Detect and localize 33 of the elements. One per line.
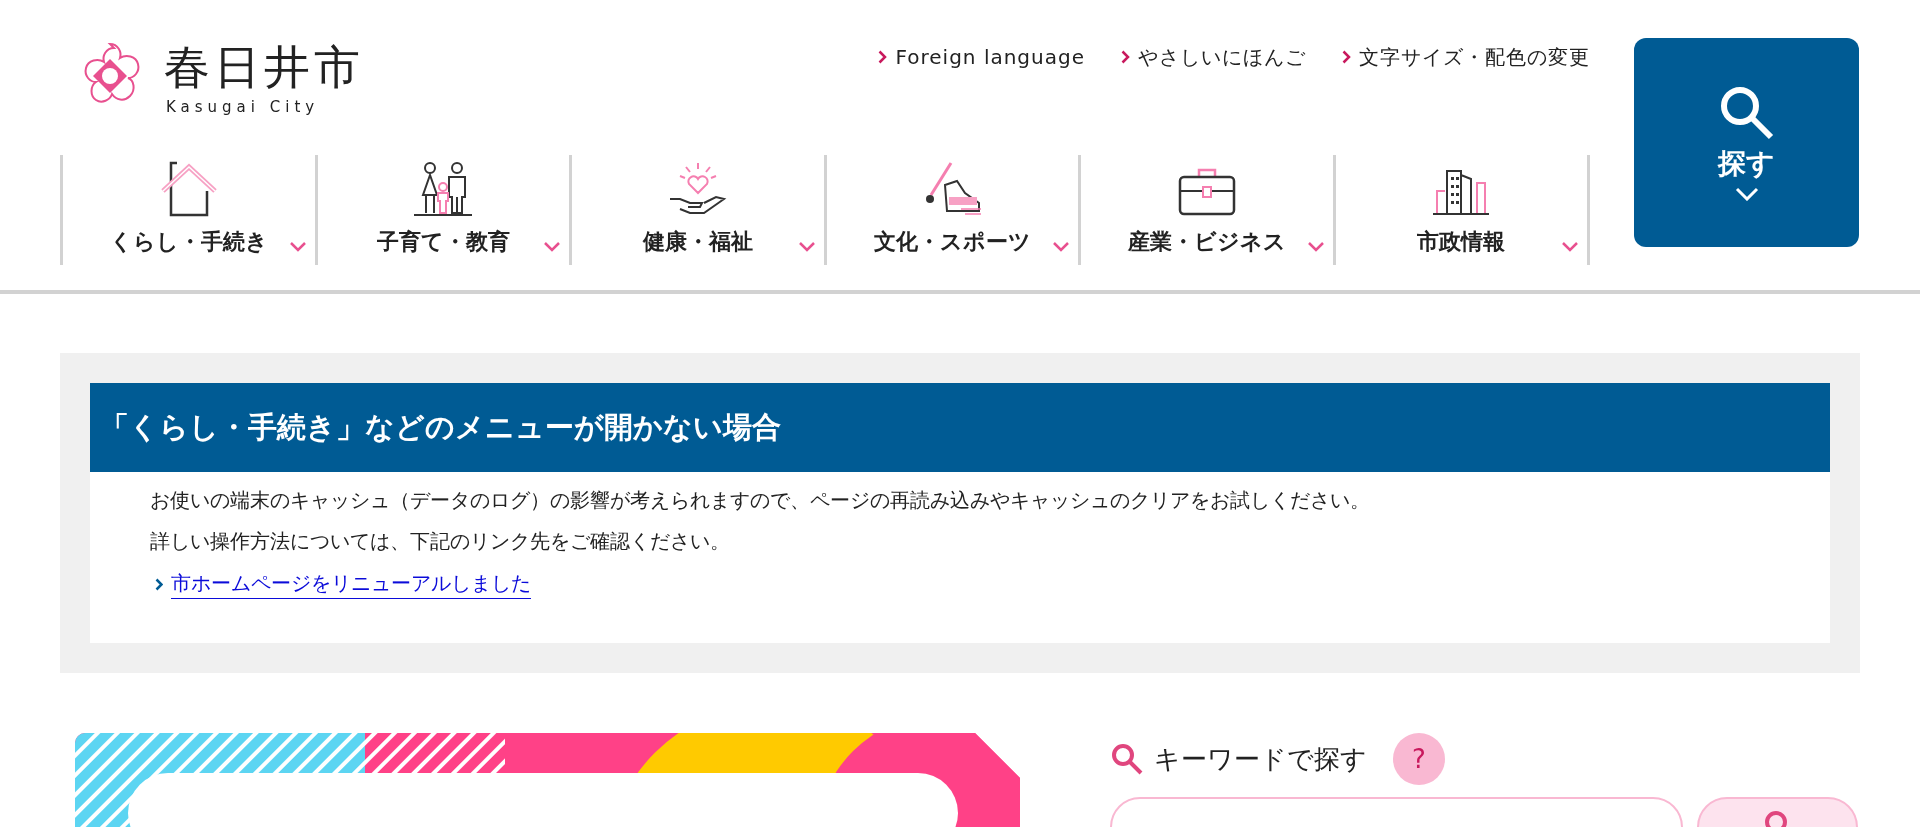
notice-text: お使いの端末のキャッシュ（データのログ）の影響が考えられますので、ページの再読み込みやキャッシュのクリアをお試しください。	[150, 487, 1371, 514]
nav-menu-item[interactable]: 文化・スポーツ	[823, 155, 1078, 265]
nav-menu-item[interactable]: 市政情報	[1332, 155, 1590, 265]
briefcase-icon	[1176, 167, 1237, 217]
search-icon	[1110, 742, 1144, 776]
nav-menu-item[interactable]: 健康・福祉	[569, 155, 824, 265]
chevron-icon	[1734, 186, 1759, 201]
chevron-icon	[1052, 240, 1070, 252]
chevron-right-icon	[155, 578, 163, 591]
search-menu-button[interactable]: 探す	[1634, 38, 1859, 247]
header-link[interactable]: やさしいにほんご	[1121, 42, 1306, 72]
family-icon	[412, 161, 475, 217]
chevron-right-icon	[1121, 50, 1130, 64]
chevron-icon	[1561, 240, 1579, 252]
search-icon	[1718, 84, 1775, 141]
renewal-link[interactable]: 市ホームページをリニューアルしました	[150, 570, 531, 599]
chevron-right-icon	[1342, 50, 1351, 64]
notice-text: 詳しい操作方法については、下記のリンク先をご確認ください。	[150, 528, 731, 555]
chevron-right-icon	[878, 50, 888, 64]
site-subtitle: Kasugai City	[165, 98, 321, 116]
chevron-icon	[288, 240, 307, 252]
keyword-search-label: キーワードで探す	[1154, 742, 1367, 776]
nav-menu-item[interactable]: 産業・ビジネス	[1078, 155, 1333, 265]
chevron-icon	[1306, 240, 1325, 252]
nav-menu-item[interactable]: 子育て・教育	[314, 155, 569, 265]
header-link[interactable]: Foreign language	[878, 42, 1085, 72]
chevron-icon	[543, 240, 561, 252]
site-title: 春日井市	[164, 40, 364, 94]
header-link[interactable]: 文字サイズ・配色の変更	[1342, 42, 1590, 72]
notice-title: 「くらし・手続き」などのメニューが開かない場合	[90, 383, 1830, 472]
nav-menu-item[interactable]: くらし・手続き	[60, 155, 315, 265]
chevron-icon	[797, 240, 816, 252]
heart-in-hand-icon	[667, 161, 728, 217]
